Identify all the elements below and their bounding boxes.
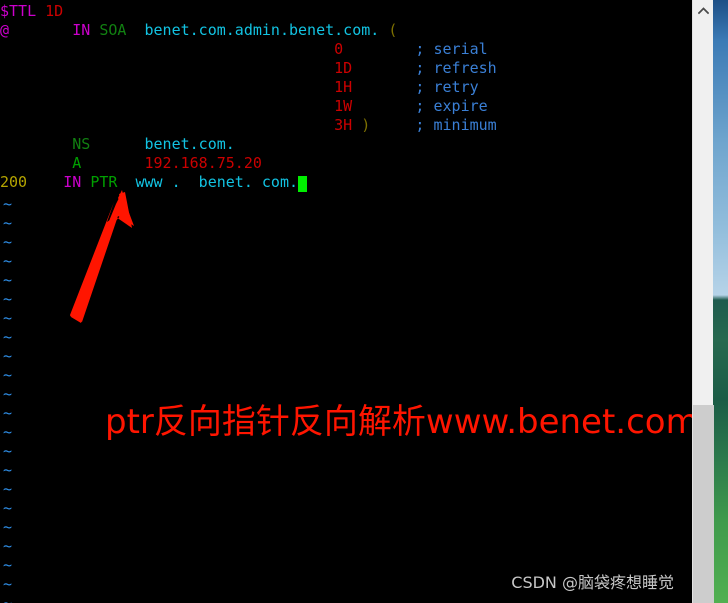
red-arrow-annotation xyxy=(70,190,134,323)
scroll-up-arrow-icon[interactable] xyxy=(693,0,714,22)
code-token: benet.com. xyxy=(144,135,235,153)
text-cursor xyxy=(298,176,308,192)
code-line: 1H ; retry xyxy=(0,78,692,97)
code-token: 200 xyxy=(0,173,28,191)
code-line: @ IN SOA benet.com.admin.benet.com. ( xyxy=(0,21,692,40)
code-token: SOA xyxy=(99,21,127,39)
terminal-vim-window[interactable]: $TTL 1D @ IN SOA benet.com.admin.benet.co… xyxy=(0,0,692,603)
code-token: IN xyxy=(72,21,100,39)
empty-line-marker: ~ xyxy=(3,366,13,384)
code-token: PTR xyxy=(90,173,118,191)
code-token: ; expire xyxy=(415,97,488,115)
empty-line-marker: ~ xyxy=(3,195,13,213)
code-token: 0 xyxy=(334,40,344,58)
empty-line-marker: ~ xyxy=(3,290,13,308)
code-token: 1W xyxy=(334,97,353,115)
empty-line-marker: ~ xyxy=(3,309,13,327)
empty-line-marker: ~ xyxy=(3,537,13,555)
code-token: ; retry xyxy=(415,78,479,96)
chevron-up-icon xyxy=(698,7,709,15)
code-line: A 192.168.75.20 xyxy=(0,154,692,173)
code-line: 200 IN PTR www . benet. com. xyxy=(0,173,692,192)
code-token: 1D xyxy=(334,59,353,77)
empty-line-marker: ~ xyxy=(3,404,13,422)
empty-line-marker: ~ xyxy=(3,252,13,270)
empty-line-marker: ~ xyxy=(3,461,13,479)
empty-line-marker: ~ xyxy=(3,556,13,574)
scrollbar-thumb[interactable] xyxy=(693,405,714,603)
code-token: www . benet. com. xyxy=(135,173,299,191)
empty-line-marker: ~ xyxy=(3,233,13,251)
vertical-scrollbar[interactable] xyxy=(692,0,714,603)
empty-line-marker: ~ xyxy=(3,347,13,365)
annotation-note-text: ptr反向指针反向解析www.benet.com xyxy=(105,402,692,442)
empty-line-marker: ~ xyxy=(3,385,13,403)
empty-line-marker: ~ xyxy=(3,271,13,289)
code-token: A xyxy=(72,154,82,172)
code-line: 1D ; refresh xyxy=(0,59,692,78)
empty-line-marker: ~ xyxy=(3,575,13,593)
code-line: 3H ) ; minimum xyxy=(0,116,692,135)
empty-line-marker: ~ xyxy=(3,214,13,232)
code-line: 1W ; expire xyxy=(0,97,692,116)
code-token: ; refresh xyxy=(415,59,497,77)
code-token: 1H xyxy=(334,78,353,96)
empty-line-marker: ~ xyxy=(3,423,13,441)
empty-line-marker: ~ xyxy=(3,328,13,346)
code-line: 0 ; serial xyxy=(0,40,692,59)
code-token: IN xyxy=(63,173,91,191)
code-line: $TTL 1D xyxy=(0,2,692,21)
empty-line-marker: ~ xyxy=(3,480,13,498)
code-token: $TTL xyxy=(0,2,46,20)
empty-line-marker: ~ xyxy=(3,518,13,536)
screen: $TTL 1D @ IN SOA benet.com.admin.benet.co… xyxy=(0,0,728,603)
empty-line-marker: ~ xyxy=(3,442,13,460)
code-token: NS xyxy=(72,135,91,153)
code-line: NS benet.com. xyxy=(0,135,692,154)
code-token: 3H xyxy=(334,116,353,134)
code-token: ( xyxy=(388,21,398,39)
code-token: ; minimum xyxy=(415,116,497,134)
desktop-wallpaper xyxy=(713,0,728,603)
code-token: benet.com.admin.benet.com. xyxy=(144,21,380,39)
code-token: 192.168.75.20 xyxy=(144,154,262,172)
empty-line-marker: ~ xyxy=(3,594,13,603)
empty-line-marker: ~ xyxy=(3,499,13,517)
code-token: ) xyxy=(361,116,371,134)
code-token: @ xyxy=(0,21,10,39)
code-token: 1D xyxy=(45,2,64,20)
csdn-watermark: CSDN @脑袋疼想睡觉 xyxy=(511,573,674,592)
code-token: ; serial xyxy=(415,40,488,58)
